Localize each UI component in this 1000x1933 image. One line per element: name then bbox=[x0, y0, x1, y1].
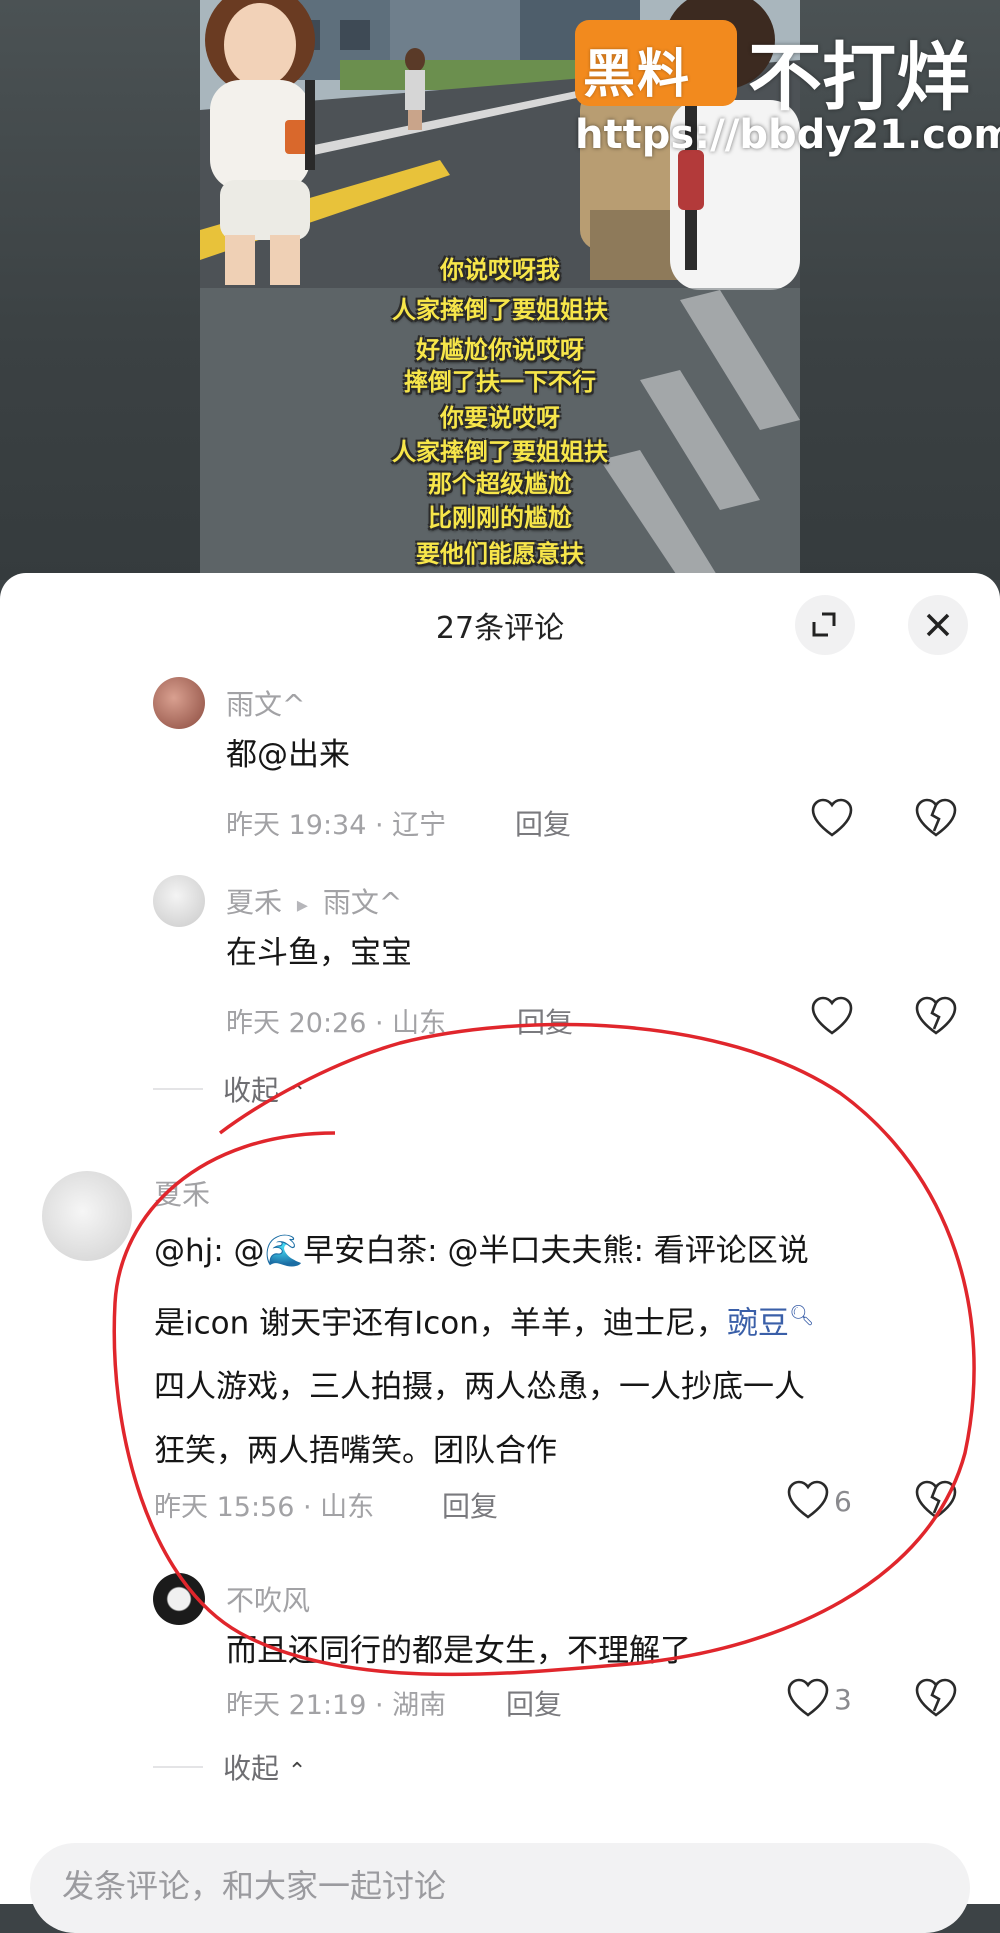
comment-line: 是icon 谢天宇还有Icon，羊羊，迪士尼，豌豆🔍︎ bbox=[154, 1283, 974, 1355]
broken-heart-icon[interactable] bbox=[914, 797, 958, 839]
video-player[interactable]: 你说哎呀我 人家摔倒了要姐姐扶 好尴尬你说哎呀 摔倒了扶一下不行 你要说哎呀 人… bbox=[0, 0, 1000, 580]
mention-text[interactable]: @hj: @ bbox=[154, 1233, 265, 1269]
close-button[interactable] bbox=[908, 595, 968, 655]
comment-input-placeholder: 发条评论，和大家一起讨论 bbox=[62, 1867, 447, 1905]
chevron-up-icon: ⌃ bbox=[287, 1081, 307, 1106]
search-icon[interactable]: 🔍︎ bbox=[789, 1303, 814, 1327]
avatar[interactable] bbox=[153, 1573, 205, 1625]
collapse-divider bbox=[153, 1088, 203, 1090]
subtitle-line: 好尴尬你说哎呀 bbox=[416, 336, 584, 364]
comment-time-location: 昨天 19:34 · 辽宁 bbox=[226, 810, 447, 841]
collapse-divider bbox=[153, 1766, 203, 1768]
collapse-label: 收起 bbox=[223, 1074, 280, 1107]
collapse-replies-button[interactable]: 收起 ⌃ bbox=[153, 1069, 393, 1109]
subtitle-line: 你要说哎呀 bbox=[440, 404, 560, 432]
comment-line: 四人游戏，三人拍摄，两人怂恿，一人抄底一人 bbox=[154, 1369, 805, 1406]
subtitle-line: 要他们能愿意扶 bbox=[416, 540, 584, 568]
comment-username[interactable]: 不吹风 bbox=[226, 1579, 310, 1619]
comment-text: @hj: @🌊早安白茶: @半口夫夫熊: 看评论区说 是icon 谢天宇还有Ic… bbox=[154, 1219, 974, 1483]
comment-text: 都@出来 bbox=[226, 737, 350, 773]
reply-button[interactable]: 回复 bbox=[517, 1001, 573, 1041]
watermark-brand: 不打烊 bbox=[748, 35, 970, 121]
reply-arrow-icon: ▸ bbox=[296, 893, 308, 918]
comment-time-location: 昨天 15:56 · 山东 bbox=[154, 1492, 375, 1523]
avatar[interactable] bbox=[153, 875, 205, 927]
subtitle-line: 人家摔倒了要姐姐扶 bbox=[392, 296, 608, 324]
collapse-label: 收起 bbox=[223, 1752, 280, 1785]
avatar[interactable] bbox=[153, 677, 205, 729]
reply-button[interactable]: 回复 bbox=[515, 803, 571, 843]
reply-button[interactable]: 回复 bbox=[506, 1683, 562, 1723]
reply-to-username[interactable]: 雨文^ bbox=[323, 886, 402, 919]
comment-username[interactable]: 雨文^ bbox=[226, 683, 305, 723]
subtitle-line: 你说哎呀我 bbox=[440, 256, 560, 284]
comment-username-text[interactable]: 夏禾 bbox=[226, 886, 282, 919]
expand-button[interactable] bbox=[795, 595, 855, 655]
close-icon bbox=[926, 613, 950, 637]
watermark-logo-text: 黑料 bbox=[583, 45, 692, 105]
heart-icon[interactable] bbox=[786, 1677, 830, 1719]
broken-heart-icon[interactable] bbox=[914, 1677, 958, 1719]
comment-time-location: 昨天 21:19 · 湖南 bbox=[226, 1690, 447, 1721]
search-link[interactable]: 豌豆 bbox=[727, 1305, 789, 1341]
comment-text: 在斗鱼，宝宝 bbox=[226, 935, 412, 971]
avatar[interactable] bbox=[42, 1171, 132, 1261]
broken-heart-icon[interactable] bbox=[914, 995, 958, 1037]
heart-icon[interactable] bbox=[810, 995, 854, 1037]
heart-icon[interactable] bbox=[786, 1479, 830, 1521]
wave-emoji-icon: 🌊 bbox=[264, 1233, 304, 1269]
comment-line: 狂笑，两人捂嘴笑。团队合作 bbox=[154, 1433, 557, 1470]
like-count: 3 bbox=[834, 1683, 852, 1716]
watermark: 黑料 不打烊 https://bbdy21.com bbox=[570, 14, 1000, 164]
comment-line-text: 早安白茶: @半口夫夫熊: 看评论区说 bbox=[303, 1233, 809, 1269]
expand-icon bbox=[812, 612, 836, 637]
subtitle-line: 比刚刚的尴尬 bbox=[428, 504, 572, 532]
subtitle-line: 那个超级尴尬 bbox=[428, 470, 572, 498]
like-count: 6 bbox=[834, 1485, 852, 1518]
subtitle-line: 摔倒了扶一下不行 bbox=[404, 368, 596, 396]
comment-line-text: 是icon 谢天宇还有Icon，羊羊，迪士尼， bbox=[154, 1305, 727, 1342]
heart-icon[interactable] bbox=[810, 797, 854, 839]
comment-line: @hj: @🌊早安白茶: @半口夫夫熊: 看评论区说 bbox=[154, 1219, 974, 1283]
comment-input[interactable]: 发条评论，和大家一起讨论 bbox=[30, 1843, 970, 1933]
comment-username[interactable]: 夏禾 ▸ 雨文^ bbox=[226, 881, 402, 921]
chevron-up-icon: ⌃ bbox=[287, 1759, 307, 1784]
collapse-replies-button[interactable]: 收起 ⌃ bbox=[153, 1747, 393, 1787]
watermark-url: https://bbdy21.com bbox=[575, 112, 1000, 158]
watermark-logo: 黑料 bbox=[575, 20, 737, 106]
comment-username[interactable]: 夏禾 bbox=[154, 1173, 210, 1213]
comment-sheet: 27条评论 雨文^ 都@出来 昨天 19:34 · 辽宁 回复 夏禾 ▸ 雨文^… bbox=[0, 573, 1000, 1933]
comment-time-location: 昨天 20:26 · 山东 bbox=[226, 1008, 447, 1039]
subtitle-line: 人家摔倒了要姐姐扶 bbox=[392, 438, 608, 466]
reply-button[interactable]: 回复 bbox=[442, 1485, 498, 1525]
broken-heart-icon[interactable] bbox=[914, 1479, 958, 1521]
comment-text: 而且还同行的都是女生，不理解了 bbox=[226, 1633, 691, 1669]
